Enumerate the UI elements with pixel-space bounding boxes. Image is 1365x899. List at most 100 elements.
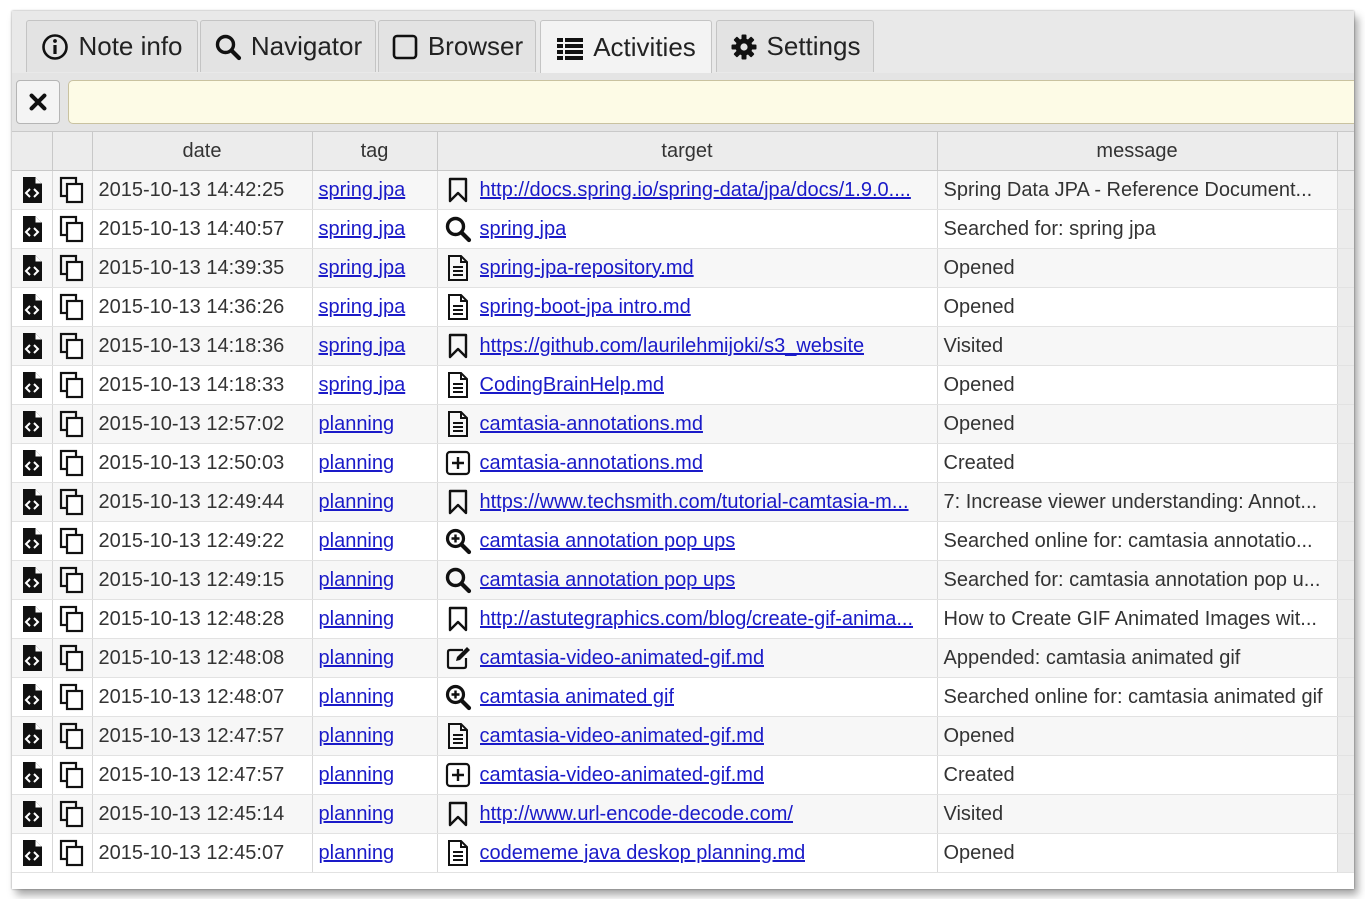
target-link[interactable]: spring-jpa-repository.md (480, 257, 694, 280)
copy-button[interactable] (52, 248, 93, 288)
tag-link[interactable]: planning (319, 452, 395, 474)
date-cell: 2015-10-13 12:50:03 (92, 443, 313, 483)
target-cell: http://www.url-encode-decode.com/ (437, 794, 938, 834)
open-note-button[interactable] (12, 560, 53, 600)
open-note-button[interactable] (12, 443, 53, 483)
copy-button[interactable] (52, 482, 93, 522)
filter-input[interactable] (68, 80, 1354, 124)
tag-link[interactable]: spring jpa (319, 179, 406, 201)
tab-navigator[interactable]: Navigator (200, 20, 376, 72)
open-note-button[interactable] (12, 638, 53, 678)
target-link[interactable]: http://astutegraphics.com/blog/create-gi… (480, 608, 914, 631)
target-link[interactable]: camtasia-annotations.md (480, 452, 703, 475)
table-row: 2015-10-13 12:49:22 planning camtasia anno… (12, 521, 1354, 561)
copy-button[interactable] (52, 170, 93, 210)
date-cell: 2015-10-13 12:48:08 (92, 638, 313, 678)
copy-button[interactable] (52, 560, 93, 600)
target-link[interactable]: camtasia annotation pop ups (480, 569, 736, 592)
copy-button[interactable] (52, 716, 93, 756)
bookmark-icon (444, 332, 472, 360)
target-link[interactable]: https://github.com/laurilehmijoki/s3_web… (480, 335, 865, 358)
target-link[interactable]: camtasia-video-animated-gif.md (480, 764, 765, 787)
target-link[interactable]: camtasia animated gif (480, 686, 675, 709)
message-cell: Spring Data JPA - Reference Document... (937, 170, 1338, 210)
tab-label: Settings (766, 31, 861, 61)
open-note-button[interactable] (12, 521, 53, 561)
open-note-button[interactable] (12, 248, 53, 288)
open-note-button[interactable] (12, 326, 53, 366)
header-message[interactable]: message (937, 132, 1338, 171)
tag-link[interactable]: planning (319, 725, 395, 747)
open-note-button[interactable] (12, 677, 53, 717)
copy-button[interactable] (52, 404, 93, 444)
tag-link[interactable]: spring jpa (319, 257, 406, 279)
tag-link[interactable]: planning (319, 569, 395, 591)
target-link[interactable]: camtasia-annotations.md (480, 413, 703, 436)
tag-cell: planning (312, 755, 438, 795)
open-note-button[interactable] (12, 404, 53, 444)
copy-icon (53, 176, 92, 204)
header-target[interactable]: target (437, 132, 938, 171)
target-link[interactable]: spring-boot-jpa intro.md (480, 296, 691, 319)
open-note-button[interactable] (12, 287, 53, 327)
tag-link[interactable]: spring jpa (319, 374, 406, 396)
copy-button[interactable] (52, 443, 93, 483)
tag-link[interactable]: planning (319, 608, 395, 630)
header-tag[interactable]: tag (312, 132, 438, 171)
table-row: 2015-10-13 12:48:28 planning http://astute… (12, 599, 1354, 639)
tag-link[interactable]: planning (319, 530, 395, 552)
copy-button[interactable] (52, 209, 93, 249)
open-note-button[interactable] (12, 833, 53, 873)
tag-link[interactable]: planning (319, 491, 395, 513)
file-code-icon (12, 410, 51, 438)
target-link[interactable]: camtasia-video-animated-gif.md (480, 725, 765, 748)
target-link[interactable]: camtasia-video-animated-gif.md (480, 647, 765, 670)
target-cell: camtasia-annotations.md (437, 404, 938, 444)
copy-button[interactable] (52, 794, 93, 834)
open-note-button[interactable] (12, 365, 53, 405)
clear-filter-button[interactable] (16, 80, 60, 124)
tab-browser[interactable]: Browser (378, 20, 536, 72)
tag-link[interactable]: planning (319, 803, 395, 825)
tag-link[interactable]: spring jpa (319, 296, 406, 318)
target-link[interactable]: spring jpa (480, 218, 567, 241)
open-note-button[interactable] (12, 716, 53, 756)
copy-button[interactable] (52, 677, 93, 717)
open-note-button[interactable] (12, 482, 53, 522)
tag-link[interactable]: planning (319, 764, 395, 786)
table-row: 2015-10-13 12:48:08 planning camtasia-vide… (12, 638, 1354, 678)
target-link[interactable]: camtasia annotation pop ups (480, 530, 736, 553)
tag-link[interactable]: planning (319, 686, 395, 708)
copy-button[interactable] (52, 287, 93, 327)
target-link[interactable]: https://www.techsmith.com/tutorial-camta… (480, 491, 909, 514)
date-cell: 2015-10-13 12:49:44 (92, 482, 313, 522)
copy-icon (53, 683, 92, 711)
tab-activities[interactable]: Activities (540, 20, 712, 74)
target-link[interactable]: CodingBrainHelp.md (480, 374, 665, 397)
tag-link[interactable]: planning (319, 647, 395, 669)
open-note-button[interactable] (12, 794, 53, 834)
target-cell: CodingBrainHelp.md (437, 365, 938, 405)
copy-button[interactable] (52, 833, 93, 873)
open-note-button[interactable] (12, 209, 53, 249)
message-cell: Opened (937, 365, 1338, 405)
copy-button[interactable] (52, 365, 93, 405)
tag-link[interactable]: planning (319, 842, 395, 864)
copy-button[interactable] (52, 638, 93, 678)
target-link[interactable]: codememe java deskop planning.md (480, 842, 806, 865)
copy-button[interactable] (52, 755, 93, 795)
tag-link[interactable]: planning (319, 413, 395, 435)
tag-link[interactable]: spring jpa (319, 335, 406, 357)
open-note-button[interactable] (12, 599, 53, 639)
target-link[interactable]: http://docs.spring.io/spring-data/jpa/do… (480, 179, 911, 202)
copy-button[interactable] (52, 326, 93, 366)
open-note-button[interactable] (12, 755, 53, 795)
copy-button[interactable] (52, 599, 93, 639)
header-date[interactable]: date (92, 132, 313, 171)
copy-button[interactable] (52, 521, 93, 561)
tab-note-info[interactable]: Note info (26, 20, 198, 72)
tab-settings[interactable]: Settings (716, 20, 874, 72)
open-note-button[interactable] (12, 170, 53, 210)
tag-link[interactable]: spring jpa (319, 218, 406, 240)
target-link[interactable]: http://www.url-encode-decode.com/ (480, 803, 794, 826)
